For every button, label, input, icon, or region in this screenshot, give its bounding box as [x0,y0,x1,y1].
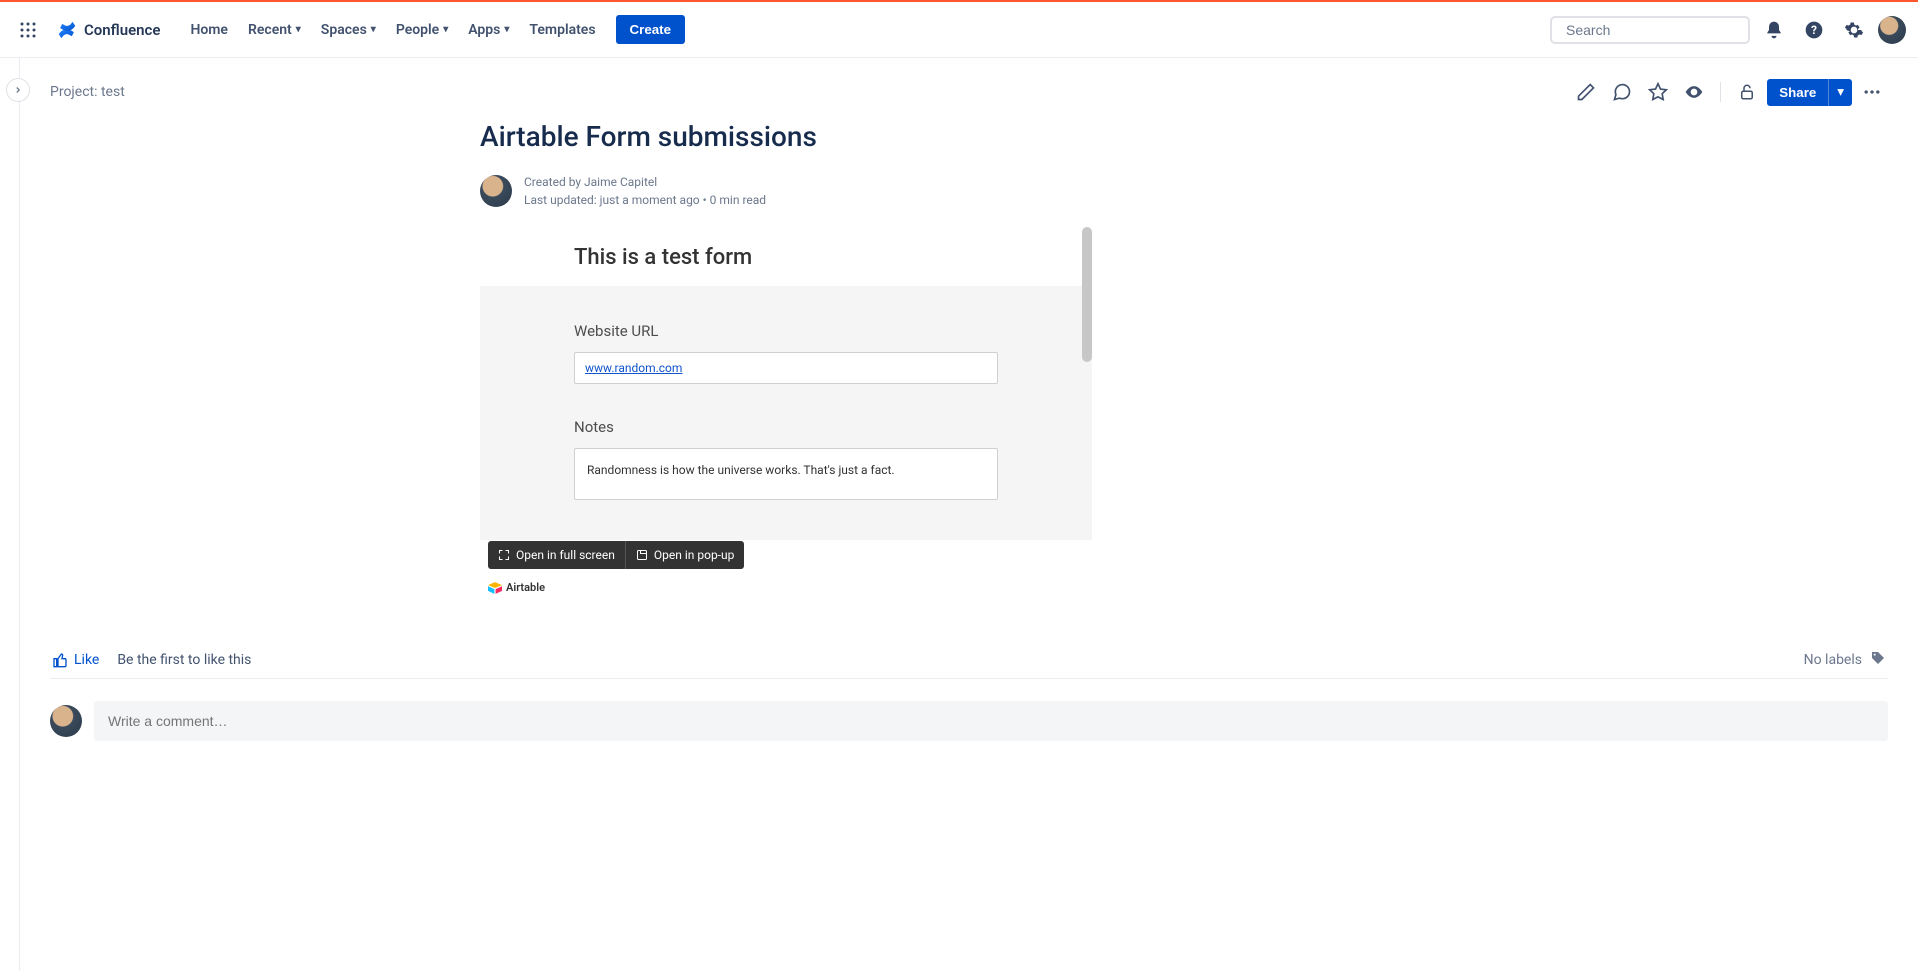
embed-scrollbar[interactable] [1082,227,1092,362]
confluence-logo[interactable]: Confluence [48,19,168,41]
field-input-url[interactable]: www.random.com [574,352,998,384]
open-fullscreen-button[interactable]: Open in full screen [488,541,626,569]
brand-name: Confluence [84,21,160,39]
nav-templates[interactable]: Templates [519,16,605,44]
author-link[interactable]: Jaime Capitel [584,175,657,189]
form-title: This is a test form [480,227,1092,286]
edit-icon[interactable] [1570,76,1602,108]
add-label-icon[interactable] [1870,650,1886,670]
notifications-icon[interactable] [1758,14,1790,46]
watch-icon[interactable] [1678,76,1710,108]
profile-avatar[interactable] [1878,16,1906,44]
popup-icon [636,549,648,561]
help-icon[interactable]: ? [1798,14,1830,46]
restrictions-icon[interactable] [1731,76,1763,108]
nav-home[interactable]: Home [180,16,238,44]
open-popup-button[interactable]: Open in pop-up [626,541,744,569]
search-box[interactable] [1550,16,1750,44]
comment-icon[interactable] [1606,76,1638,108]
page-meta: Created by Jaime Capitel Last updated: j… [524,173,766,209]
page-actions: Share ▾ [1570,76,1888,108]
expand-sidebar-handle[interactable] [6,78,30,102]
search-input[interactable] [1566,22,1747,38]
collapsed-sidebar [0,58,20,971]
star-icon[interactable] [1642,76,1674,108]
share-caret[interactable]: ▾ [1828,79,1852,106]
like-button[interactable]: Like [52,652,99,668]
divider [50,678,1888,679]
nav-people[interactable]: People▾ [386,16,458,44]
share-button[interactable]: Share [1767,79,1828,106]
more-actions-icon[interactable] [1856,76,1888,108]
airtable-badge[interactable]: Airtable [488,581,1100,594]
svg-text:?: ? [1811,23,1817,37]
nav-apps[interactable]: Apps▾ [458,16,519,44]
chevron-down-icon: ▾ [371,24,376,35]
thumbs-up-icon [52,652,68,668]
page-title: Airtable Form submissions [480,120,1100,153]
nav-spaces[interactable]: Spaces▾ [311,16,386,44]
fullscreen-icon [498,549,510,561]
create-button[interactable]: Create [616,15,686,44]
nav-recent[interactable]: Recent▾ [238,16,311,44]
chevron-right-icon [13,85,23,95]
chevron-down-icon: ▾ [504,24,509,35]
author-avatar[interactable] [480,175,512,207]
embed-toolbar: Open in full screen Open in pop-up [488,541,744,569]
app-switcher-icon[interactable] [12,14,44,46]
field-input-notes[interactable]: Randomness is how the universe works. Th… [574,448,998,500]
like-count-text: Be the first to like this [117,652,251,668]
no-labels-text: No labels [1804,652,1862,668]
comment-avatar[interactable] [50,705,82,737]
field-label-notes: Notes [574,418,998,436]
divider [1720,82,1721,102]
airtable-logo-icon [488,582,502,594]
chevron-down-icon: ▾ [296,24,301,35]
settings-icon[interactable] [1838,14,1870,46]
comment-input[interactable] [94,701,1888,741]
top-nav: Confluence Home Recent▾ Spaces▾ People▾ … [0,2,1918,58]
breadcrumb[interactable]: Project: test [50,84,125,100]
field-label-url: Website URL [574,322,998,340]
url-link[interactable]: www.random.com [585,361,682,375]
airtable-embed: This is a test form Website URL www.rand… [480,227,1092,577]
chevron-down-icon: ▾ [443,24,448,35]
